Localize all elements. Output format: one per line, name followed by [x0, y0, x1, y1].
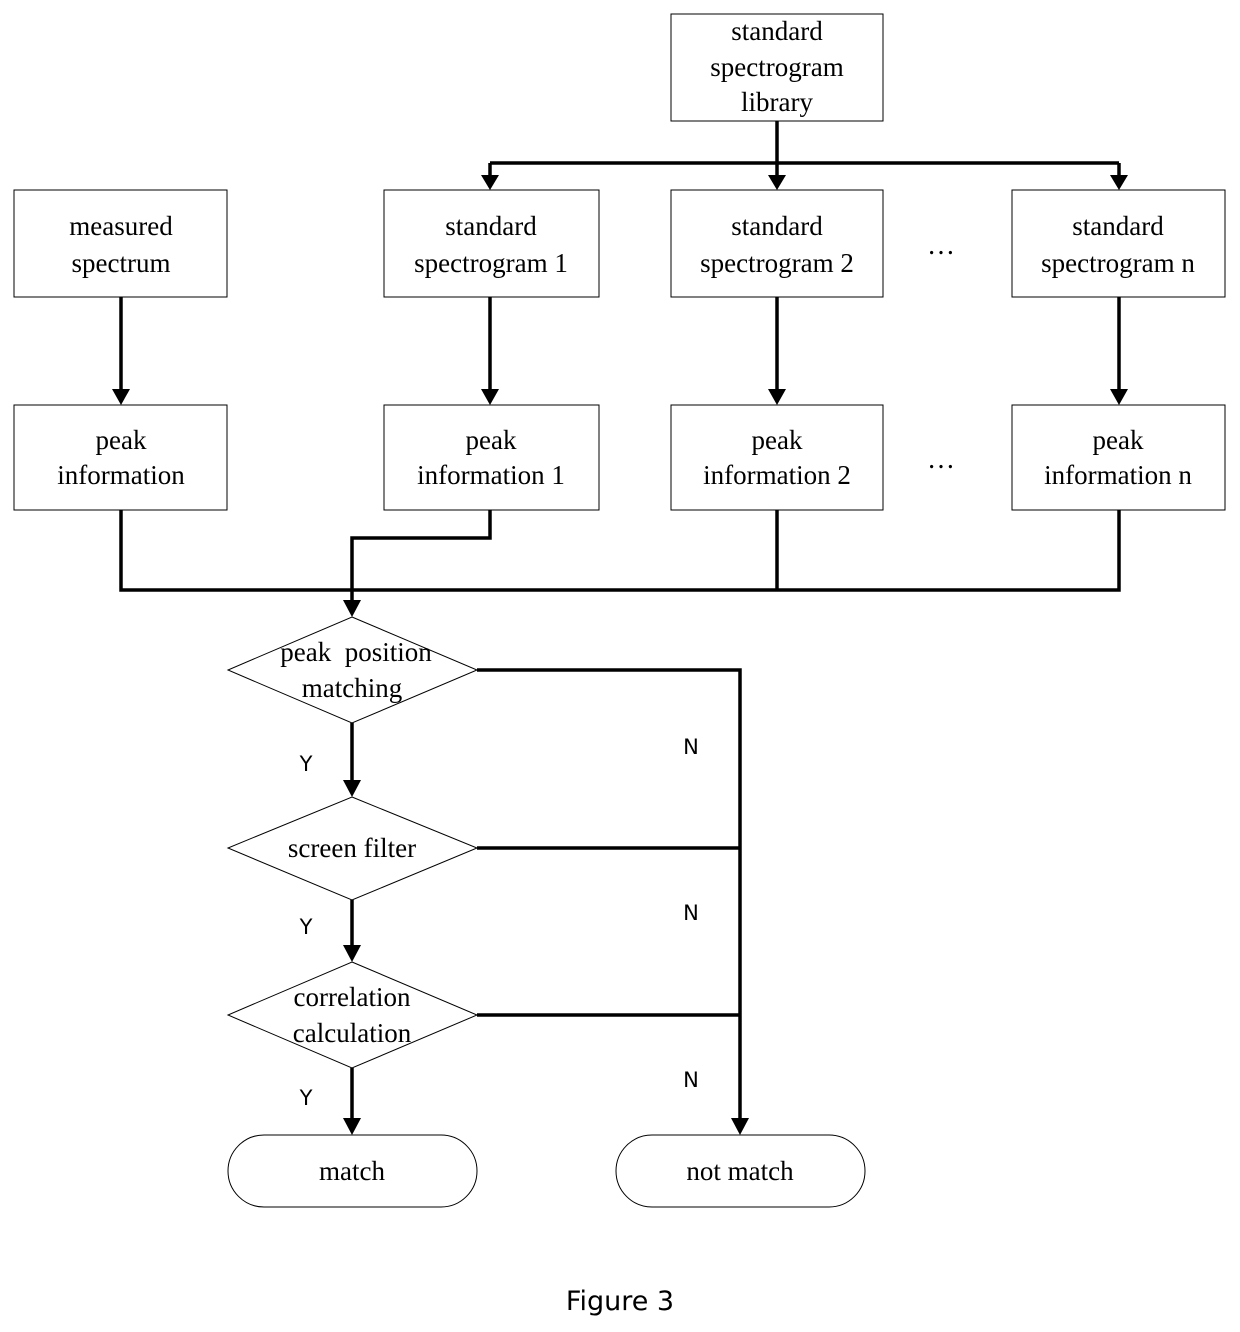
ellipsis-row-2: … — [927, 444, 955, 475]
decision-screen-filter: screen filter — [226, 796, 479, 901]
decision-peak-position-matching: peak position matching — [226, 616, 479, 724]
no-label-2: N — [683, 901, 699, 925]
connector-no-1 — [477, 668, 742, 1120]
std2-line-2: spectrogram 2 — [700, 248, 854, 278]
arrowhead-peakn — [1110, 389, 1128, 405]
peak2-line-1: peak — [752, 425, 803, 455]
peak2-line-2: information 2 — [703, 460, 851, 490]
ellipsis-row-1: … — [927, 230, 955, 261]
peakn-line-1: peak — [1093, 425, 1144, 455]
arrowhead-peak0 — [112, 389, 130, 405]
std1-line-1: standard — [445, 211, 537, 241]
node-measured-spectrum: measured spectrum — [13, 189, 228, 298]
arrowhead-stdn — [1110, 175, 1128, 190]
decision2-line-1: screen filter — [288, 833, 416, 863]
stdn-line-2: spectrogram n — [1041, 248, 1195, 278]
decision3-line-1: correlation — [294, 982, 411, 1012]
not-match-label: not match — [686, 1156, 794, 1186]
node-standard-spectrogram-2: standard spectrogram 2 — [670, 189, 884, 298]
terminal-not-match: not match — [615, 1134, 866, 1208]
measured-line-1: measured — [69, 211, 173, 241]
peak0-line-1: peak — [96, 425, 147, 455]
arrowhead-peak2 — [768, 389, 786, 405]
node-peak-information-1: peak information 1 — [383, 404, 600, 511]
node-peak-information-n: peak information n — [1011, 404, 1226, 511]
connector-bottom-bus — [119, 510, 1121, 592]
arrowhead-decision3 — [343, 945, 361, 962]
decision1-line-2: matching — [302, 673, 402, 703]
stdn-line-1: standard — [1072, 211, 1164, 241]
arrowhead-decision1 — [343, 600, 361, 617]
library-line-1: standard — [731, 16, 823, 46]
arrowhead-match — [343, 1118, 361, 1135]
figure-caption: Figure 3 — [566, 1286, 674, 1317]
arrowhead-peak1 — [481, 389, 499, 405]
node-peak-information-2: peak information 2 — [670, 404, 884, 511]
node-standard-spectrogram-1: standard spectrogram 1 — [383, 189, 600, 298]
library-line-3: library — [741, 87, 813, 117]
peakn-line-2: information n — [1044, 460, 1192, 490]
library-line-2: spectrogram — [710, 52, 843, 82]
node-peak-information: peak information — [13, 404, 228, 511]
terminal-match: match — [227, 1134, 478, 1208]
peak1-line-2: information 1 — [417, 460, 565, 490]
measured-line-2: spectrum — [72, 248, 171, 278]
node-standard-spectrogram-n: standard spectrogram n — [1011, 189, 1226, 298]
decision1-line-1: peak position — [280, 637, 432, 667]
flowchart: standard spectrogram library measured sp… — [13, 13, 1226, 1317]
peak1-line-1: peak — [466, 425, 517, 455]
decision3-line-2: calculation — [293, 1018, 412, 1048]
arrowhead-notmatch — [731, 1118, 749, 1135]
decision-correlation-calculation: correlation calculation — [226, 961, 479, 1069]
no-label-1: N — [683, 735, 699, 759]
connectors — [112, 121, 1128, 1135]
arrowhead-decision2 — [343, 780, 361, 797]
std2-line-1: standard — [731, 211, 823, 241]
node-spectrogram-library: standard spectrogram library — [670, 13, 884, 122]
yes-label-1: Y — [299, 752, 313, 776]
arrowhead-std2 — [768, 175, 786, 190]
yes-label-2: Y — [299, 915, 313, 939]
std1-line-2: spectrogram 1 — [414, 248, 568, 278]
peak0-line-2: information — [57, 460, 185, 490]
no-label-3: N — [683, 1068, 699, 1092]
arrowhead-std1 — [481, 175, 499, 190]
match-label: match — [319, 1156, 385, 1186]
yes-label-3: Y — [299, 1086, 313, 1110]
